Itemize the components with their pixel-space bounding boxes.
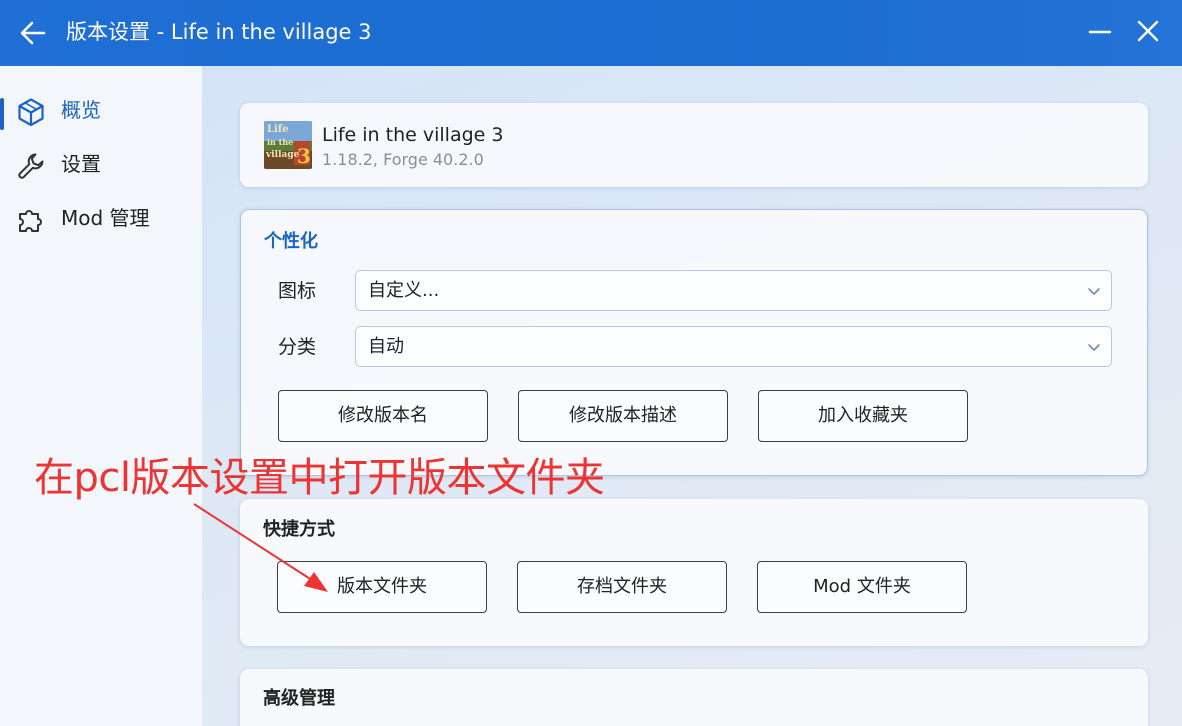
main-content: Life in the village 3 Life in the villag… bbox=[202, 66, 1182, 726]
minimize-button[interactable] bbox=[1086, 18, 1114, 46]
icon-select-value: 自定义... bbox=[368, 280, 440, 301]
icon-select[interactable]: 自定义... bbox=[355, 270, 1112, 311]
back-button[interactable] bbox=[16, 16, 50, 50]
sidebar-item-label: 设置 bbox=[61, 152, 101, 176]
personalize-card: 个性化 图标 自定义... 分类 自动 修改版本名 修改版本描述 加入收藏夹 bbox=[240, 209, 1148, 476]
version-icon: Life in the village 3 bbox=[264, 121, 312, 169]
puzzle-icon bbox=[19, 210, 42, 232]
category-select[interactable]: 自动 bbox=[355, 326, 1112, 367]
arrow-left-icon bbox=[20, 21, 46, 45]
sidebar-item-mods[interactable]: Mod 管理 bbox=[0, 195, 202, 241]
advanced-card: 高级管理 bbox=[240, 669, 1148, 726]
active-indicator bbox=[0, 98, 4, 130]
close-button[interactable] bbox=[1134, 16, 1162, 46]
category-select-value: 自动 bbox=[368, 336, 404, 357]
mods-folder-button[interactable]: Mod 文件夹 bbox=[757, 561, 967, 613]
sidebar-item-settings[interactable]: 设置 bbox=[0, 141, 202, 187]
sidebar-item-overview[interactable]: 概览 bbox=[0, 87, 202, 133]
version-subtitle: 1.18.2, Forge 40.2.0 bbox=[322, 150, 484, 169]
edit-description-button[interactable]: 修改版本描述 bbox=[518, 390, 728, 442]
shortcuts-card: 快捷方式 版本文件夹 存档文件夹 Mod 文件夹 bbox=[240, 499, 1148, 646]
sidebar-item-label: Mod 管理 bbox=[61, 206, 150, 230]
section-title: 个性化 bbox=[264, 231, 318, 252]
version-icon-text: in the bbox=[267, 137, 293, 147]
chevron-down-icon bbox=[1088, 344, 1100, 351]
version-icon-text: village bbox=[265, 150, 300, 160]
saves-folder-button[interactable]: 存档文件夹 bbox=[517, 561, 727, 613]
sidebar: 概览 设置 Mod 管理 bbox=[0, 66, 202, 726]
icon-label: 图标 bbox=[278, 280, 317, 302]
cube-icon bbox=[18, 98, 44, 127]
title-bar: 版本设置 - Life in the village 3 bbox=[0, 0, 1182, 66]
version-name: Life in the village 3 bbox=[322, 124, 504, 146]
add-favorite-button[interactable]: 加入收藏夹 bbox=[758, 390, 968, 442]
minimize-icon bbox=[1088, 30, 1112, 34]
close-icon bbox=[1137, 20, 1159, 42]
version-icon-text: Life bbox=[267, 124, 289, 135]
annotation-arrow-icon bbox=[193, 503, 328, 592]
chevron-down-icon bbox=[1088, 288, 1100, 295]
version-card: Life in the village 3 Life in the villag… bbox=[240, 103, 1148, 187]
wrench-icon bbox=[18, 153, 44, 179]
rename-version-button[interactable]: 修改版本名 bbox=[278, 390, 488, 442]
version-icon-number: 3 bbox=[297, 144, 311, 168]
annotation-text: 在pcl版本设置中打开版本文件夹 bbox=[34, 455, 605, 501]
section-title: 高级管理 bbox=[263, 688, 335, 709]
sidebar-item-label: 概览 bbox=[61, 98, 101, 122]
window-title: 版本设置 - Life in the village 3 bbox=[66, 20, 372, 44]
category-label: 分类 bbox=[278, 336, 317, 358]
